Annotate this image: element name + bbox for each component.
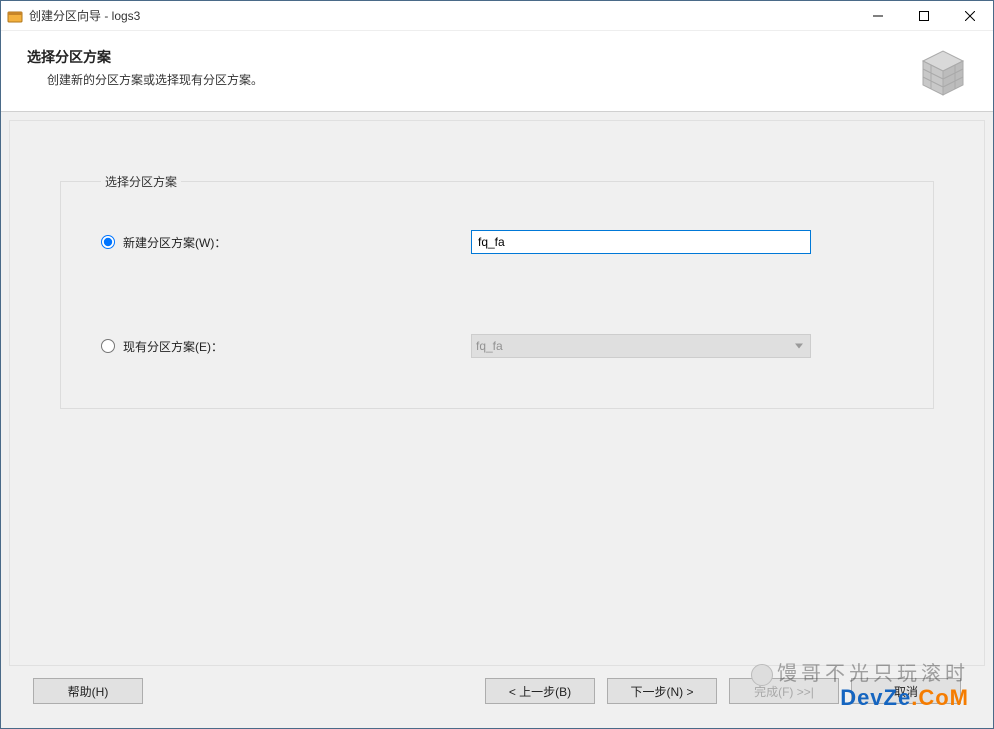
page-subtitle: 创建新的分区方案或选择现有分区方案。 — [27, 71, 917, 88]
wizard-window: 创建分区向导 - logs3 选择分区方案 创建新的分区方案或选择现有分区方案。 — [0, 0, 994, 729]
existing-scheme-radio-cell: 现有分区方案(E)： — [101, 338, 471, 355]
window-title: 创建分区向导 - logs3 — [29, 7, 855, 24]
existing-scheme-select-wrap: fq_fa — [471, 334, 811, 358]
content-panel: 选择分区方案 新建分区方案(W)： 现有分区方案(E)： — [9, 120, 985, 666]
help-button[interactable]: 帮助(H) — [33, 678, 143, 704]
existing-scheme-row: 现有分区方案(E)： fq_fa — [101, 334, 893, 358]
new-scheme-radio-cell: 新建分区方案(W)： — [101, 234, 471, 251]
button-bar: 帮助(H) < 上一步(B) 下一步(N) > 完成(F) >>| 取消 — [9, 666, 985, 720]
wizard-header: 选择分区方案 创建新的分区方案或选择现有分区方案。 — [1, 31, 993, 111]
finish-button[interactable]: 完成(F) >>| — [729, 678, 839, 704]
next-button[interactable]: 下一步(N) > — [607, 678, 717, 704]
new-scheme-label[interactable]: 新建分区方案(W)： — [123, 234, 226, 251]
existing-scheme-radio[interactable] — [101, 339, 115, 353]
app-icon — [7, 8, 23, 24]
page-title: 选择分区方案 — [27, 47, 917, 67]
group-legend: 选择分区方案 — [101, 173, 181, 190]
existing-scheme-label[interactable]: 现有分区方案(E)： — [123, 338, 223, 355]
new-scheme-radio[interactable] — [101, 235, 115, 249]
new-scheme-field — [471, 230, 811, 254]
content-wrapper: 选择分区方案 新建分区方案(W)： 现有分区方案(E)： — [1, 111, 993, 728]
back-button[interactable]: < 上一步(B) — [485, 678, 595, 704]
titlebar: 创建分区向导 - logs3 — [1, 1, 993, 31]
existing-scheme-select[interactable]: fq_fa — [471, 334, 811, 358]
header-text: 选择分区方案 创建新的分区方案或选择现有分区方案。 — [27, 47, 917, 88]
window-controls — [855, 1, 993, 30]
new-scheme-input[interactable] — [471, 230, 811, 254]
close-button[interactable] — [947, 1, 993, 30]
maximize-button[interactable] — [901, 1, 947, 30]
header-graphic-icon — [917, 47, 969, 99]
minimize-button[interactable] — [855, 1, 901, 30]
new-scheme-row: 新建分区方案(W)： — [101, 230, 893, 254]
partition-scheme-group: 选择分区方案 新建分区方案(W)： 现有分区方案(E)： — [60, 173, 934, 409]
existing-scheme-field: fq_fa — [471, 334, 811, 358]
cancel-button[interactable]: 取消 — [851, 678, 961, 704]
